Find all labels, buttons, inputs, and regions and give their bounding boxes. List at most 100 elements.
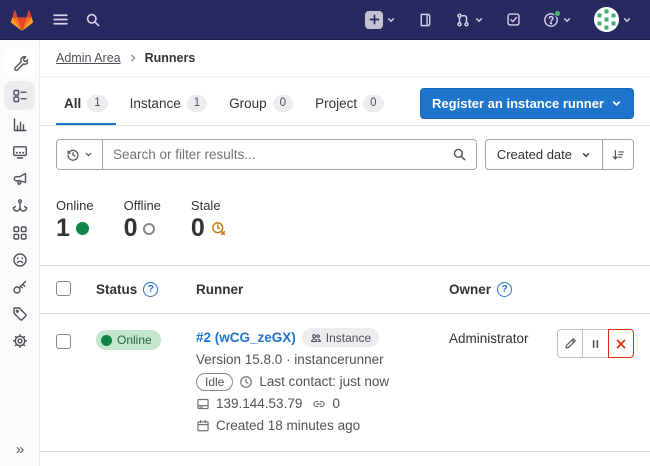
runner-version: Version 15.8.0 · instancerunner [196,352,384,367]
tab-count-badge: 0 [273,95,293,112]
search-submit-button[interactable] [443,140,476,169]
todos-icon[interactable] [502,8,525,31]
sidebar-item-messages[interactable] [4,165,35,192]
breadcrumb-runners: Runners [145,51,196,65]
runner-created-text: Created 18 minutes ago [216,418,360,433]
gitlab-logo[interactable] [10,7,40,32]
gitlab-tanuki-icon [10,9,34,32]
search-input[interactable] [103,147,443,162]
runner-state-badge: Idle [196,373,233,391]
runner-summary-cell: #2 (wCG_zeGX) Instance Version 15.8.0 · … [196,328,449,435]
user-menu[interactable] [590,3,636,36]
stat-value: 0 [124,216,138,241]
runner-row: Online #2 (wCG_zeGX) Instance Vers [40,314,650,452]
sidebar-expand-button[interactable]: » [0,441,40,458]
search-history-dropdown[interactable] [57,140,103,169]
sidebar-item-deploy-keys[interactable] [4,273,35,300]
sidebar-item-abuse-reports[interactable] [4,246,35,273]
sidebar-item-admin-area[interactable] [4,47,35,78]
runner-column-header: Runner [196,282,243,297]
owner-column-header: Owner [449,282,491,297]
chevron-down-icon [474,15,484,25]
sidebar-item-settings[interactable] [4,327,35,354]
sort-controls: Created date [485,139,634,170]
search-icon[interactable] [81,8,105,32]
register-instance-runner-button[interactable]: Register an instance runner [420,88,634,119]
overview-grid-icon [12,88,28,104]
offline-ring-icon [143,223,155,235]
hamburger-menu-icon[interactable] [48,7,73,32]
monitor-icon [12,144,28,160]
stat-label: Offline [124,198,161,213]
pause-runner-button[interactable] [583,329,609,358]
sidebar-item-analytics[interactable] [4,111,35,138]
runner-tabs-bar: All 1 Instance 1 Group 0 Project 0 [40,77,650,126]
sidebar-item-monitoring[interactable] [4,138,35,165]
clock-icon [239,375,253,389]
register-button-label: Register an instance runner [432,96,604,111]
edit-runner-button[interactable] [557,329,583,358]
merge-requests-dropdown[interactable] [451,8,488,32]
help-dropdown[interactable] [539,8,576,32]
status-badge-label: Online [117,333,152,347]
stat-offline: Offline 0 [124,198,161,241]
stale-clock-icon [211,221,226,236]
tab-label: Group [229,96,267,111]
stat-value: 1 [56,216,70,241]
chevron-down-icon [386,15,396,25]
merge-request-icon [455,12,471,28]
tab-all[interactable]: All 1 [56,87,116,125]
user-avatar [594,7,619,32]
sort-by-dropdown[interactable]: Created date [485,139,603,170]
stat-online: Online 1 [56,198,94,241]
online-dot-icon [76,222,89,235]
sort-descending-icon [611,148,625,162]
filter-bar: Created date [40,126,650,182]
chevron-down-icon [581,150,591,160]
table-header-row: Status ? Runner Owner ? [40,265,650,314]
notification-dot [554,10,561,17]
runner-actions [557,329,634,358]
sidebar-item-overview[interactable] [4,81,35,110]
last-contact-text: Last contact: just now [259,374,389,389]
runner-ip-address: 139.144.53.79 [216,396,302,411]
chevron-down-icon [562,15,572,25]
status-help-icon[interactable]: ? [143,282,158,297]
bar-chart-icon [12,117,28,133]
select-all-checkbox[interactable] [56,281,71,296]
tab-project[interactable]: Project 0 [307,87,391,125]
server-icon [196,397,210,411]
owner-help-icon[interactable]: ? [497,282,512,297]
sidebar-item-system-hooks[interactable] [4,192,35,219]
tab-label: Project [315,96,357,111]
filtered-search-box [56,139,477,170]
search-icon [452,147,467,162]
tab-label: Instance [130,96,181,111]
tab-group[interactable]: Group 0 [221,87,301,125]
sort-direction-button[interactable] [603,139,634,170]
status-badge: Online [96,330,161,350]
pause-icon [590,338,601,350]
runner-link[interactable]: #2 (wCG_zeGX) [196,330,296,345]
issues-icon[interactable] [414,8,437,32]
owner-link[interactable]: Administrator [449,331,529,346]
row-checkbox[interactable] [56,334,71,349]
gear-icon [12,333,28,349]
main-content: Admin Area Runners All 1 Instance 1 [40,40,650,466]
pencil-icon [564,337,577,350]
close-x-icon [615,338,627,350]
key-icon [12,279,28,295]
breadcrumb-admin-area[interactable]: Admin Area [56,51,121,65]
megaphone-icon [12,171,28,187]
sidebar-item-applications[interactable] [4,219,35,246]
status-column-header: Status [96,282,137,297]
create-new-dropdown[interactable] [361,7,400,33]
online-dot-icon [101,335,112,346]
tab-instance[interactable]: Instance 1 [122,87,215,125]
runners-table: Status ? Runner Owner ? [40,265,650,452]
runner-type-label: Instance [326,331,371,345]
sort-by-label: Created date [497,147,572,162]
runner-stats: Online 1 Offline 0 Stale 0 [40,182,650,265]
sidebar-item-labels[interactable] [4,300,35,327]
delete-runner-button[interactable] [608,329,634,358]
